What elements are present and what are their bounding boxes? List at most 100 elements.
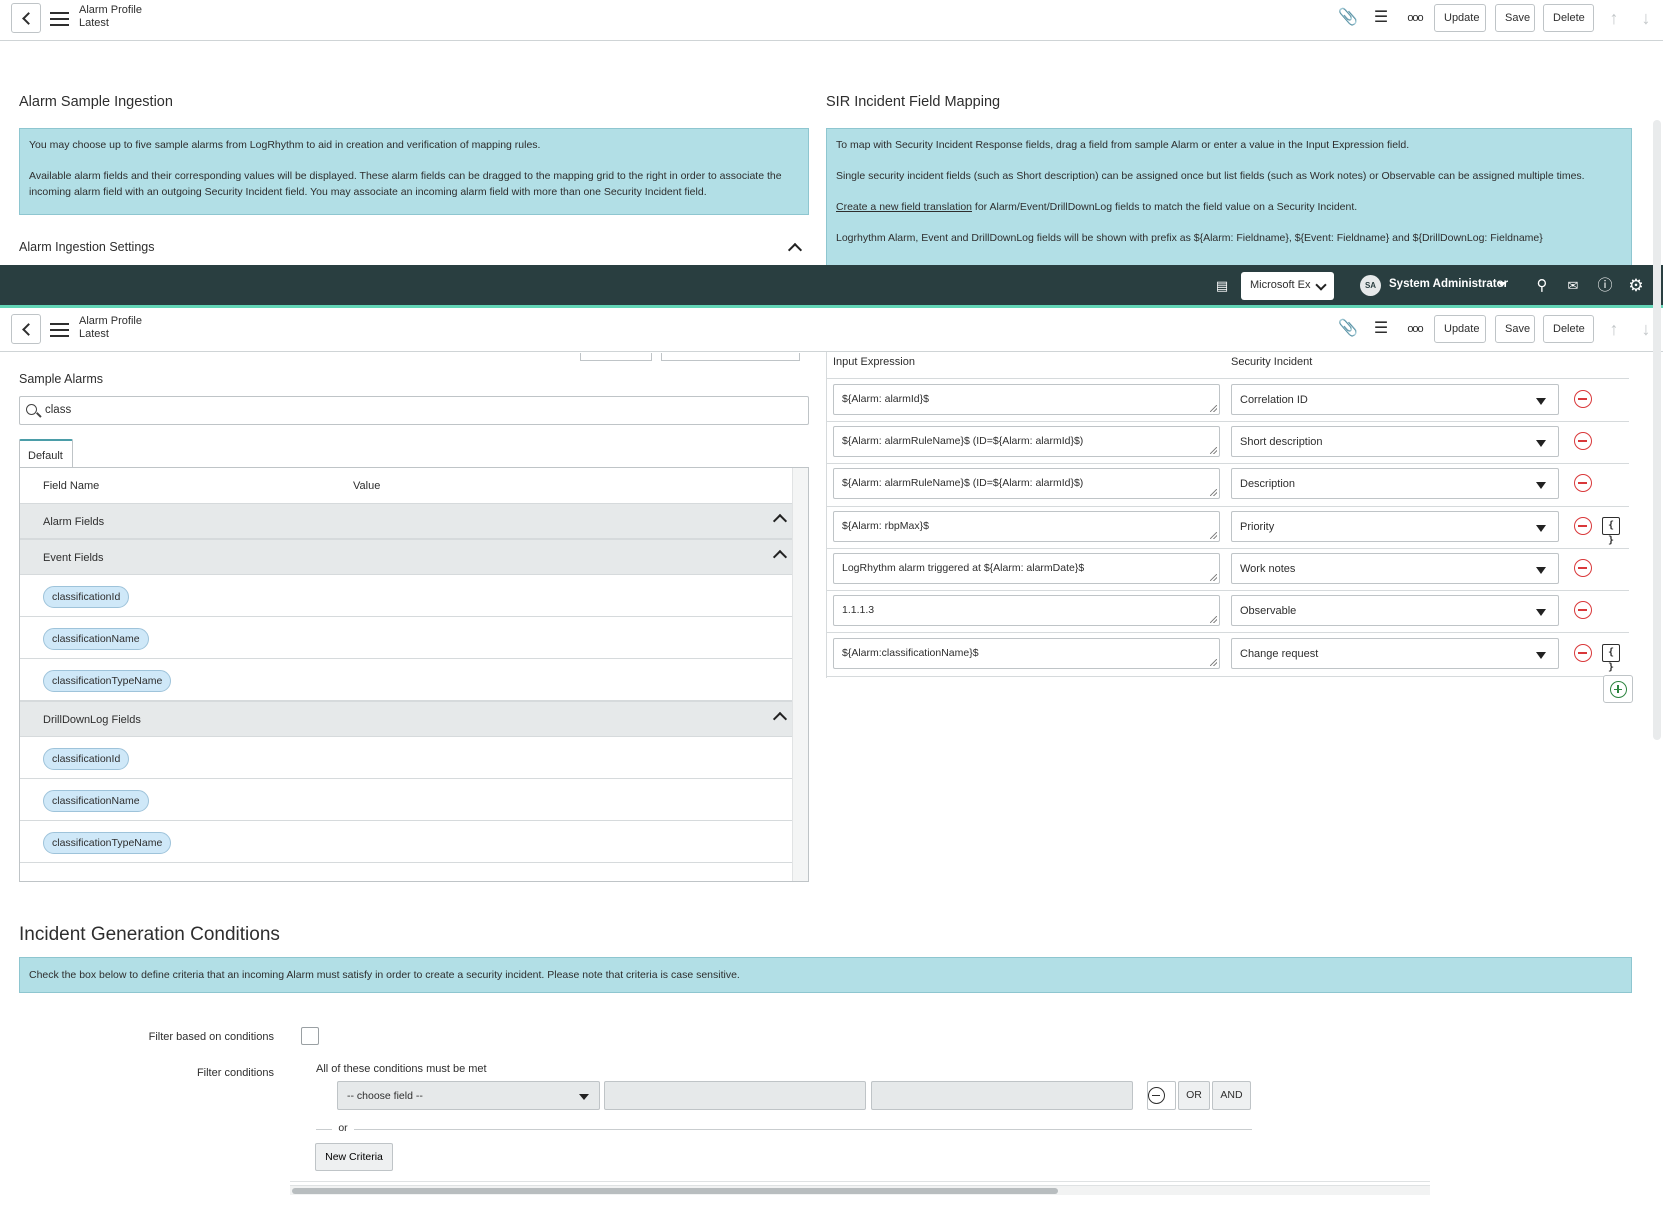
field-pill[interactable]: classificationName	[43, 628, 149, 650]
remove-row-icon[interactable]	[1574, 474, 1592, 492]
mapping-info-p2: Single security incident fields (such as…	[836, 170, 1585, 182]
mapping-title: SIR Incident Field Mapping	[826, 94, 1001, 110]
update-button-2[interactable]: Update	[1434, 315, 1486, 343]
back-button[interactable]	[11, 3, 41, 33]
remove-row-icon[interactable]	[1574, 517, 1592, 535]
group-event-fields[interactable]: Event Fields	[20, 539, 793, 575]
paperclip-icon[interactable]: 📎	[1337, 7, 1359, 29]
field-pill[interactable]: classificationId	[43, 748, 130, 770]
col-input-expression: Input Expression	[833, 356, 915, 368]
partial-field[interactable]	[661, 353, 800, 361]
and-button[interactable]: AND	[1212, 1081, 1251, 1110]
security-field-select[interactable]: Short description	[1231, 426, 1559, 457]
operator-select[interactable]	[604, 1081, 866, 1110]
security-field-select[interactable]: Priority	[1231, 511, 1559, 542]
user-menu[interactable]: System Administrator	[1389, 278, 1508, 290]
expression-input[interactable]: LogRhythm alarm triggered at ${Alarm: al…	[833, 553, 1220, 584]
form-title-2: Alarm Profile	[79, 315, 142, 327]
arrow-up-icon[interactable]: ↑	[1603, 7, 1625, 29]
choose-field-select[interactable]: -- choose field --	[337, 1081, 600, 1110]
expression-input[interactable]: ${Alarm:classificationName}$	[833, 638, 1220, 669]
new-criteria-button[interactable]: New Criteria	[315, 1143, 393, 1171]
or-divider: or	[332, 1122, 354, 1136]
group-alarm-label: Alarm Fields	[43, 516, 105, 528]
expression-input[interactable]: ${Alarm: rbpMax}$	[833, 511, 1220, 542]
form-header: Alarm Profile Latest 📎 ☰ ooo Update Save…	[0, 311, 1663, 352]
field-pill[interactable]: classificationId	[43, 586, 130, 608]
remove-row-icon[interactable]	[1574, 644, 1592, 662]
arrow-up-icon-2[interactable]: ↑	[1603, 318, 1625, 340]
scroll-thumb[interactable]	[292, 1188, 1058, 1194]
chat-icon[interactable]: ✉	[1563, 276, 1583, 296]
partial-button[interactable]	[580, 353, 652, 361]
script-braces-icon[interactable]: { }	[1602, 644, 1620, 673]
conditions-info: Check the box below to define criteria t…	[19, 957, 1632, 993]
field-pill[interactable]: classificationTypeName	[43, 670, 172, 692]
security-field-select[interactable]: Correlation ID	[1231, 384, 1559, 415]
remove-row-icon[interactable]	[1574, 390, 1592, 408]
save-button[interactable]: Save	[1495, 4, 1535, 32]
group-drilldown-fields[interactable]: DrillDownLog Fields	[20, 701, 793, 737]
chevron-up-icon[interactable]	[772, 549, 788, 565]
security-field-select[interactable]: Work notes	[1231, 553, 1559, 584]
paperclip-icon-2[interactable]: 📎	[1337, 318, 1359, 340]
row-divider	[826, 632, 1629, 633]
ingestion-info: You may choose up to five sample alarms …	[19, 128, 809, 215]
mapping-info-p3-rest: for Alarm/Event/DrillDownLog fields to m…	[972, 201, 1358, 213]
security-field-select[interactable]: Description	[1231, 468, 1559, 499]
help-icon[interactable]: ⓘ	[1595, 276, 1615, 296]
filter-based-checkbox[interactable]	[301, 1027, 319, 1045]
add-mapping-button[interactable]	[1603, 675, 1633, 703]
expression-input[interactable]: ${Alarm: alarmRuleName}$ (ID=${Alarm: al…	[833, 426, 1220, 457]
value-input[interactable]	[871, 1081, 1133, 1110]
field-pill[interactable]: classificationName	[43, 790, 149, 812]
search-icon[interactable]: ⚲	[1532, 276, 1552, 296]
ingestion-settings-label: Alarm Ingestion Settings	[19, 240, 155, 254]
menu-icon-2[interactable]	[50, 323, 69, 337]
minus-circle-icon[interactable]	[1148, 1087, 1165, 1104]
security-field-select[interactable]: Observable	[1231, 595, 1559, 626]
update-button[interactable]: Update	[1434, 4, 1486, 32]
create-field-translation-link[interactable]: Create a new field translation	[836, 201, 972, 213]
horizontal-scrollbar[interactable]	[290, 1185, 1430, 1195]
or-button[interactable]: OR	[1178, 1081, 1210, 1110]
remove-row-icon[interactable]	[1574, 559, 1592, 577]
sample-search-input[interactable]: class	[19, 396, 809, 425]
user-caret-icon[interactable]	[1498, 282, 1506, 287]
mapping-info: To map with Security Incident Response f…	[826, 128, 1632, 268]
row-divider	[826, 378, 1629, 379]
field-pill[interactable]: classificationTypeName	[43, 832, 172, 854]
more-options-icon-2[interactable]: ooo	[1404, 318, 1426, 340]
group-alarm-fields[interactable]: Alarm Fields	[20, 503, 793, 539]
remove-row-icon[interactable]	[1574, 601, 1592, 619]
save-button-2[interactable]: Save	[1495, 315, 1535, 343]
gear-icon[interactable]: ⚙	[1626, 276, 1646, 296]
sliders-icon-2[interactable]: ☰	[1370, 318, 1392, 340]
chevron-up-icon[interactable]	[772, 513, 788, 529]
row-divider	[826, 506, 1629, 507]
page-scrollbar[interactable]	[1653, 120, 1661, 740]
arrow-down-icon[interactable]: ↓	[1635, 7, 1657, 29]
display-icon[interactable]: ▤	[1212, 276, 1232, 296]
tab-default[interactable]: Default	[19, 439, 73, 468]
expression-input[interactable]: ${Alarm: alarmId}$	[833, 384, 1220, 415]
avatar[interactable]: SA	[1360, 275, 1381, 296]
security-field-select[interactable]: Change request	[1231, 638, 1559, 669]
form-subtitle: Latest	[79, 17, 109, 29]
remove-row-icon[interactable]	[1574, 432, 1592, 450]
expression-input[interactable]: 1.1.1.3	[833, 595, 1220, 626]
collapse-settings-icon[interactable]	[787, 242, 803, 258]
grid-scrollbar[interactable]	[792, 468, 808, 881]
sliders-icon[interactable]: ☰	[1370, 7, 1392, 29]
chevron-up-icon[interactable]	[772, 711, 788, 727]
delete-button[interactable]: Delete	[1543, 4, 1594, 32]
expression-input[interactable]: ${Alarm: alarmRuleName}$ (ID=${Alarm: al…	[833, 468, 1220, 499]
menu-icon[interactable]	[50, 12, 69, 26]
script-braces-icon[interactable]: { }	[1602, 517, 1620, 546]
col-field-name: Field Name	[43, 480, 100, 492]
more-options-icon[interactable]: ooo	[1404, 7, 1426, 29]
scope-picker[interactable]: Microsoft Ex	[1241, 272, 1334, 300]
delete-button-2[interactable]: Delete	[1543, 315, 1594, 343]
mapping-info-p4: Logrhythm Alarm, Event and DrillDownLog …	[836, 232, 1543, 244]
back-button-2[interactable]	[11, 314, 41, 344]
